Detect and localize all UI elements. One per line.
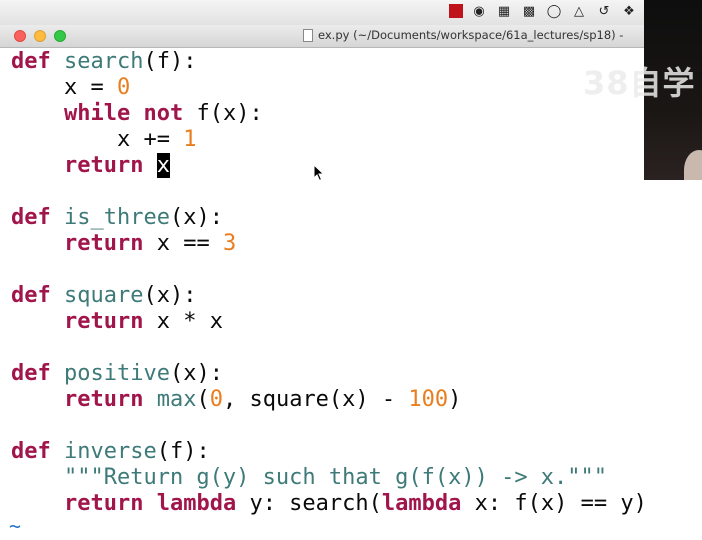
code-line[interactable]: return lambda y: search(lambda x: f(x) =… xyxy=(11,491,647,517)
code-token: 0 xyxy=(209,387,223,412)
code-token: 0 xyxy=(116,75,131,100)
code-token: not xyxy=(143,101,184,126)
code-token: max xyxy=(156,387,197,412)
code-token: (f): xyxy=(156,439,210,464)
zoom-window-button[interactable] xyxy=(54,30,66,42)
empty-line-marker: ~ xyxy=(9,514,22,538)
text-cursor: x xyxy=(156,153,170,178)
code-token: search xyxy=(64,49,144,74)
code-token: ) xyxy=(448,387,462,412)
code-token: y: search( xyxy=(236,491,382,516)
code-token: (x): xyxy=(143,283,197,308)
code-token: square xyxy=(64,283,144,308)
paperclip-icon[interactable]: ◯ xyxy=(545,2,563,20)
code-line[interactable]: while not f(x): xyxy=(11,101,263,127)
code-token: positive xyxy=(64,361,170,386)
code-token: x: f(x) == y) xyxy=(461,491,647,516)
code-line[interactable]: def search(f): xyxy=(11,49,196,75)
code-token: while xyxy=(63,101,131,126)
code-line[interactable]: x += 1 xyxy=(11,127,196,153)
code-token: """Return g(y) such that g(f(x)) -> x.""… xyxy=(63,465,608,490)
stop-record-icon[interactable] xyxy=(449,4,463,18)
code-token: 1 xyxy=(183,127,197,152)
document-icon xyxy=(303,29,313,42)
minimize-window-button[interactable] xyxy=(34,30,46,42)
code-token: def xyxy=(11,361,51,386)
code-line[interactable]: def inverse(f): xyxy=(11,439,210,465)
code-line[interactable]: """Return g(y) such that g(f(x)) -> x.""… xyxy=(11,465,607,491)
code-token: f(x): xyxy=(183,101,263,126)
window-controls xyxy=(14,30,66,42)
code-token: def xyxy=(11,205,51,230)
code-token: (f): xyxy=(143,49,197,74)
code-token: x = xyxy=(11,75,117,100)
code-token: def xyxy=(11,439,51,464)
code-line[interactable]: def positive(x): xyxy=(11,361,223,387)
code-token: x += xyxy=(11,127,184,152)
code-token: is_three xyxy=(64,205,170,230)
code-token: def xyxy=(11,283,51,308)
watermark: 38自学 xyxy=(583,64,696,102)
code-token: inverse xyxy=(64,439,157,464)
eye-icon[interactable]: ◉ xyxy=(470,2,488,20)
code-token: return xyxy=(63,153,144,178)
status-icons: ◉ ▦ ▩ ◯ △ ↺ ❖ xyxy=(449,2,638,20)
mouse-pointer-icon xyxy=(313,163,325,186)
code-token: lambda xyxy=(156,491,237,516)
airplay-icon[interactable]: △ xyxy=(570,2,588,20)
code-token: x == xyxy=(143,231,223,256)
bluetooth-icon[interactable]: ❖ xyxy=(620,2,638,20)
code-line[interactable]: return max(0, square(x) - 100) xyxy=(11,387,461,413)
code-token: (x): xyxy=(169,361,223,386)
code-token: , square(x) - xyxy=(222,387,409,412)
window-titlebar: ex.py (~/Documents/workspace/61a_lecture… xyxy=(0,25,702,48)
code-editor[interactable]: def search(f): x = 0 while not f(x): x +… xyxy=(0,48,702,540)
code-token: lambda xyxy=(381,491,462,516)
code-line[interactable]: def is_three(x): xyxy=(11,205,223,231)
code-token: 100 xyxy=(408,387,449,412)
time-machine-icon[interactable]: ↺ xyxy=(595,2,613,20)
keyboard-icon[interactable]: ▦ xyxy=(495,2,513,20)
presenter-shape xyxy=(684,150,702,180)
code-token: x * x xyxy=(143,309,223,334)
code-token: return xyxy=(63,231,144,256)
code-token: return xyxy=(63,491,144,516)
code-line[interactable]: return x == 3 xyxy=(11,231,236,257)
code-line[interactable]: def square(x): xyxy=(11,283,196,309)
code-token: 3 xyxy=(222,231,237,256)
code-token: ( xyxy=(196,387,210,412)
close-window-button[interactable] xyxy=(14,30,26,42)
code-token: def xyxy=(11,49,51,74)
code-line[interactable]: return x xyxy=(11,153,170,179)
code-token: return xyxy=(63,309,144,334)
code-line[interactable]: x = 0 xyxy=(11,75,130,101)
window-title: ex.py (~/Documents/workspace/61a_lecture… xyxy=(318,28,624,42)
code-token: (x): xyxy=(169,205,223,230)
code-line[interactable]: return x * x xyxy=(11,309,223,335)
display-icon[interactable]: ▩ xyxy=(520,2,538,20)
menu-bar: ◉ ▦ ▩ ◯ △ ↺ ❖ xyxy=(0,0,702,25)
code-token: return xyxy=(63,387,144,412)
